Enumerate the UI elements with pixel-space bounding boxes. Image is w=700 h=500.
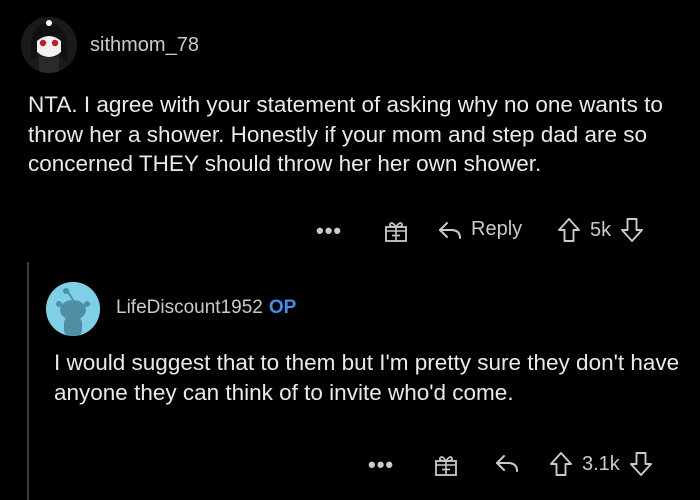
more-options-button[interactable]: ••• xyxy=(316,218,342,244)
award-button[interactable] xyxy=(383,218,409,244)
reply-reply-button[interactable] xyxy=(494,452,520,474)
reply-username[interactable]: LifeDiscount1952 xyxy=(116,297,263,318)
comment-username[interactable]: sithmom_78 xyxy=(90,34,199,57)
reply-more-options-button[interactable]: ••• xyxy=(368,452,394,478)
reply-award-button[interactable] xyxy=(433,452,459,478)
snoo-avatar-icon xyxy=(46,282,100,336)
user-avatar[interactable] xyxy=(21,17,77,73)
vote-score: 5k xyxy=(590,218,612,241)
comment-action-bar: ••• Reply 5k xyxy=(0,212,700,248)
gift-icon xyxy=(385,222,407,242)
downvote-icon[interactable] xyxy=(619,216,645,244)
reply-vote-score: 3.1k xyxy=(582,452,620,475)
more-options-icon: ••• xyxy=(368,452,395,477)
gift-icon xyxy=(435,456,457,476)
comment-body: NTA. I agree with your statement of aski… xyxy=(28,92,663,176)
avatar-image xyxy=(21,17,77,73)
upvote-icon[interactable] xyxy=(556,216,582,244)
reply-username-row: LifeDiscount1952 OP xyxy=(116,297,296,319)
comment-thread: sithmom_78 NTA. I agree with your statem… xyxy=(0,0,700,500)
reply-arrow-icon xyxy=(439,221,461,239)
op-badge: OP xyxy=(268,297,297,318)
vote-controls: 5k xyxy=(556,216,645,244)
reply-button[interactable]: Reply xyxy=(437,218,522,241)
downvote-icon[interactable] xyxy=(628,450,654,478)
reply-body: I would suggest that to them but I'm pre… xyxy=(54,350,680,405)
upvote-icon[interactable] xyxy=(548,450,574,478)
reply-avatar[interactable] xyxy=(46,282,100,336)
reply-arrow-icon xyxy=(496,455,518,472)
reply-vote-controls: 3.1k xyxy=(548,450,654,478)
reply-label: Reply xyxy=(471,218,523,240)
reply-action-bar: ••• 3.1k xyxy=(0,446,700,482)
more-options-icon: ••• xyxy=(316,218,343,243)
